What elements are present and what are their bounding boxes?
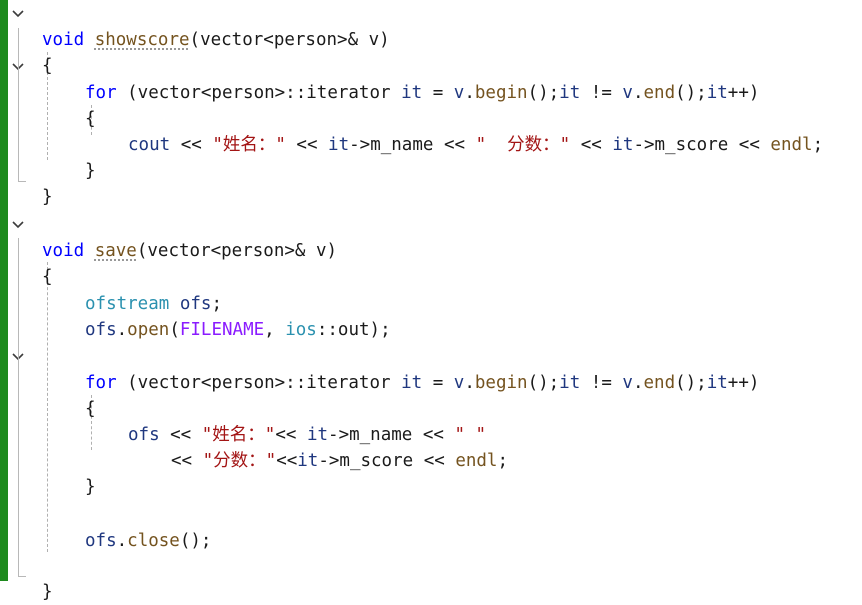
code-line[interactable]: << "分数："<<it->m_score << endl;: [0, 422, 508, 471]
code-line[interactable]: ofstream ofs;: [0, 265, 222, 314]
function-name: save: [94, 241, 137, 261]
code-line[interactable]: }: [0, 448, 96, 497]
code-line[interactable]: void save(vector<person>& v): [0, 212, 337, 261]
code-line[interactable]: {: [0, 370, 96, 419]
code-line[interactable]: void showscore(vector<person>& v): [0, 1, 390, 50]
code-line[interactable]: }: [0, 132, 96, 181]
keyword: void: [42, 30, 85, 50]
code-line[interactable]: {: [0, 238, 53, 287]
code-line[interactable]: {: [0, 27, 53, 76]
code-line[interactable]: ofs.open(FILENAME, ios::out);: [0, 291, 391, 340]
code-line[interactable]: cout << "姓名：" << it->m_name << " 分数：" <<…: [0, 106, 823, 155]
function-name: showscore: [94, 30, 190, 50]
keyword: void: [42, 241, 85, 261]
code-line[interactable]: {: [0, 80, 96, 129]
code-line[interactable]: for (vector<person>::iterator it = v.beg…: [0, 54, 759, 103]
code-line[interactable]: ofs << "姓名："<< it->m_name << " ": [0, 396, 486, 445]
code-line[interactable]: }: [0, 158, 53, 207]
code-line[interactable]: for (vector<person>::iterator it = v.beg…: [0, 344, 759, 393]
indent-guide: [47, 262, 48, 552]
code-line[interactable]: }: [0, 553, 53, 602]
code-line[interactable]: ofs.close();: [0, 502, 211, 551]
